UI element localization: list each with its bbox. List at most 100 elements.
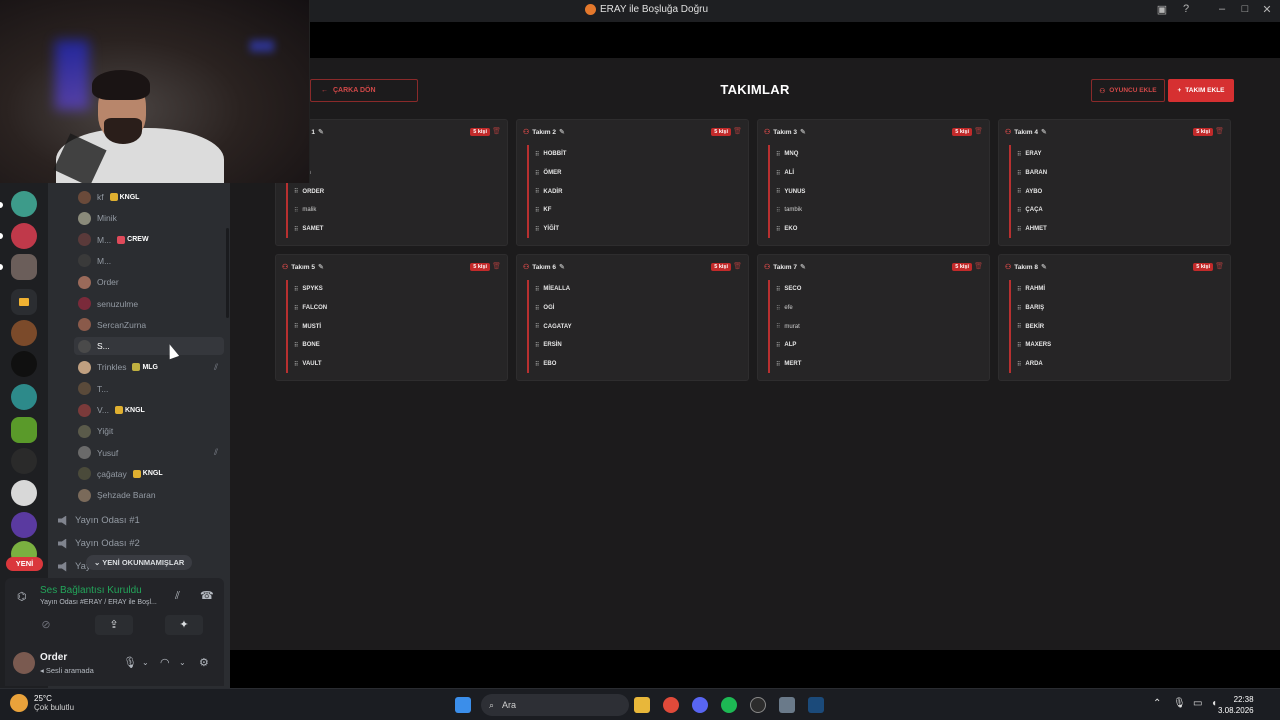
gear-icon[interactable]: ⚙ — [199, 656, 209, 669]
player-row[interactable]: ⠿ ERAY — [1011, 145, 1219, 164]
player-row[interactable]: ⠿ SPYKS — [288, 280, 496, 299]
drag-handle-icon[interactable]: ⠿ — [1017, 170, 1022, 177]
player-row[interactable]: ⠿ ORDER — [288, 182, 496, 201]
display-icon[interactable]: ▭ — [1193, 698, 1202, 709]
help-icon[interactable]: ? — [1178, 3, 1194, 15]
player-row[interactable]: ⠿ BEKİR — [1011, 317, 1219, 336]
add-team-button[interactable]: + TAKIM EKLE — [1168, 79, 1234, 102]
drag-handle-icon[interactable]: ⠿ — [776, 361, 781, 368]
server-icon[interactable] — [11, 223, 37, 249]
drag-handle-icon[interactable]: ⠿ — [776, 305, 781, 312]
drag-handle-icon[interactable]: ⠿ — [535, 170, 540, 177]
back-to-wheel-button[interactable]: ← ÇARKA DÖN — [310, 79, 418, 102]
player-row[interactable]: ⠿ OGİ — [529, 299, 737, 318]
clock[interactable]: 22:38 3.08.2026 — [1218, 694, 1254, 716]
new-badge[interactable]: YENİ — [6, 557, 43, 571]
server-icon[interactable] — [11, 320, 37, 346]
player-row[interactable]: ⠿ MERT — [770, 355, 978, 374]
trash-icon[interactable]: 🗑 — [974, 262, 983, 270]
drag-handle-icon[interactable]: ⠿ — [1017, 188, 1022, 195]
edit-icon[interactable]: ✎ — [800, 263, 806, 271]
player-row[interactable]: ⠿ AHMET — [1011, 220, 1219, 239]
drag-handle-icon[interactable]: ⠿ — [776, 323, 781, 330]
steam-icon[interactable] — [808, 697, 824, 713]
player-row[interactable]: ⠿ BONE — [288, 336, 496, 355]
trash-icon[interactable]: 🗑 — [492, 127, 501, 135]
drag-handle-icon[interactable]: ⠿ — [535, 226, 540, 233]
file-explorer-icon[interactable] — [634, 697, 650, 713]
drag-handle-icon[interactable]: ⠿ — [535, 188, 540, 195]
player-row[interactable]: ⠿ ÖMER — [529, 164, 737, 183]
volume-icon[interactable]: ◖ — [1211, 698, 1217, 709]
edit-icon[interactable]: ✎ — [1041, 128, 1047, 136]
drag-handle-icon[interactable]: ⠿ — [1017, 226, 1022, 233]
drag-handle-icon[interactable]: ⠿ — [776, 188, 781, 195]
trash-icon[interactable]: 🗑 — [974, 127, 983, 135]
player-row[interactable]: ⠿ MNQ — [770, 145, 978, 164]
drag-handle-icon[interactable]: ⠿ — [1017, 151, 1022, 158]
drag-handle-icon[interactable]: ⠿ — [535, 286, 540, 293]
maximize-icon[interactable]: □ — [1237, 3, 1253, 15]
voice-member[interactable]: M... CREW — [78, 231, 224, 249]
start-icon[interactable] — [455, 697, 471, 713]
player-row[interactable]: ⠿ ÇAÇA — [1011, 201, 1219, 220]
signal-icon[interactable]: ⌬ — [17, 590, 27, 603]
edit-icon[interactable]: ✎ — [559, 263, 565, 271]
obs-icon[interactable] — [750, 697, 766, 713]
trash-icon[interactable]: 🗑 — [492, 262, 501, 270]
drag-handle-icon[interactable]: ⠿ — [1017, 361, 1022, 368]
voice-member[interactable]: Şehzade Baran — [78, 486, 224, 504]
voice-member[interactable]: Minik — [78, 209, 224, 227]
player-row[interactable]: ⠿ murat — [770, 317, 978, 336]
player-row[interactable]: ⠿ HOBBİT — [529, 145, 737, 164]
weather-widget[interactable]: 25°C Çok bulutlu — [10, 694, 74, 712]
player-row[interactable]: ⠿ KF — [529, 201, 737, 220]
drag-handle-icon[interactable]: ⠿ — [294, 286, 299, 293]
player-row[interactable]: ⠿ malik — [288, 201, 496, 220]
drag-handle-icon[interactable]: ⠿ — [1017, 323, 1022, 330]
headphones-icon[interactable]: ◠ — [160, 656, 170, 669]
chrome-icon[interactable] — [663, 697, 679, 713]
trash-icon[interactable]: 🗑 — [733, 127, 742, 135]
screen-share-button[interactable]: ⇪ — [95, 615, 133, 635]
voice-channel[interactable]: Yayın Odası #2 — [58, 538, 140, 549]
player-row[interactable]: ⠿ VAULT — [288, 355, 496, 374]
activities-button[interactable]: ✦ — [165, 615, 203, 635]
drag-handle-icon[interactable]: ⠿ — [776, 170, 781, 177]
voice-member[interactable]: Order — [78, 273, 224, 291]
drag-handle-icon[interactable]: ⠿ — [294, 342, 299, 349]
chevron-down-icon[interactable]: ⌄ — [142, 658, 149, 667]
player-row[interactable]: ⠿ tambik — [770, 201, 978, 220]
server-icon[interactable] — [11, 448, 37, 474]
player-row[interactable]: ⠿ EBO — [529, 355, 737, 374]
drag-handle-icon[interactable]: ⠿ — [1017, 207, 1022, 214]
drag-handle-icon[interactable]: ⠿ — [776, 151, 781, 158]
drag-handle-icon[interactable]: ⠿ — [294, 226, 299, 233]
screen-share-icon[interactable]: ▣ — [1154, 3, 1170, 16]
drag-handle-icon[interactable]: ⠿ — [535, 342, 540, 349]
drag-handle-icon[interactable]: ⠿ — [535, 323, 540, 330]
drag-handle-icon[interactable]: ⠿ — [294, 207, 299, 214]
player-row[interactable]: ⠿ RAHMİ — [1011, 280, 1219, 299]
drag-handle-icon[interactable]: ⠿ — [1017, 342, 1022, 349]
spotify-icon[interactable] — [721, 697, 737, 713]
player-row[interactable]: ⠿ ALİ — [770, 164, 978, 183]
scrollbar[interactable] — [226, 228, 229, 318]
voice-member[interactable]: S... — [74, 337, 224, 356]
voice-member[interactable]: T... — [78, 380, 224, 398]
voice-member[interactable]: kf KNGL — [78, 188, 224, 206]
player-row[interactable]: ⠿ efe — [770, 299, 978, 318]
edit-icon[interactable]: ✎ — [318, 128, 324, 136]
voice-member[interactable]: M... — [78, 252, 224, 270]
edit-icon[interactable]: ✎ — [559, 128, 565, 136]
drag-handle-icon[interactable]: ⠿ — [1017, 305, 1022, 312]
drag-handle-icon[interactable]: ⠿ — [776, 226, 781, 233]
player-row[interactable]: ⠿ ERSİN — [529, 336, 737, 355]
trash-icon[interactable]: 🗑 — [733, 262, 742, 270]
microphone-icon[interactable]: 🎙 — [1173, 698, 1186, 709]
drag-handle-icon[interactable]: ⠿ — [1017, 286, 1022, 293]
avatar[interactable] — [13, 652, 35, 674]
voice-member[interactable]: V... KNGL — [78, 401, 224, 419]
player-row[interactable]: ⠿ AYBO — [1011, 182, 1219, 201]
server-icon[interactable] — [11, 480, 37, 506]
